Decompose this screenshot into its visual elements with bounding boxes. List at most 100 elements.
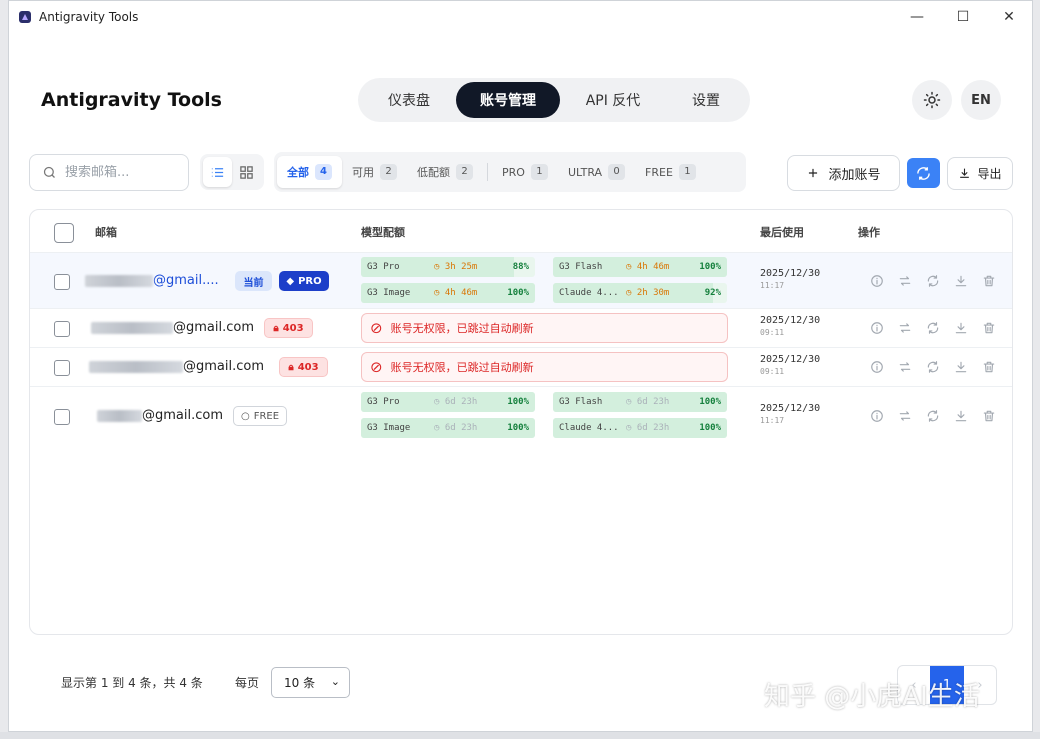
last-used-time: 09:11 (760, 367, 785, 376)
row-checkbox[interactable] (54, 360, 70, 376)
switch-button[interactable] (891, 408, 919, 424)
filter-label: 可用 (352, 166, 374, 179)
filter-count: 0 (608, 164, 626, 180)
info-button[interactable] (863, 359, 891, 375)
per-page-select[interactable]: 10 条 ⌄ (271, 667, 350, 698)
account-email: @gmail.com (89, 359, 264, 374)
plus-icon (809, 168, 818, 178)
watermark: 知乎 @小虎AI生活 (764, 682, 980, 712)
filter-available[interactable]: 可用 2 (342, 156, 407, 188)
switch-button[interactable] (891, 359, 919, 375)
info-button[interactable] (863, 273, 891, 289)
per-page-value: 10 条 (284, 676, 316, 690)
row-actions (863, 359, 1003, 375)
quota-reset-time: 4h 46m (636, 262, 670, 272)
quota-reset-time: 6d 23h (444, 423, 478, 433)
filter-low-quota[interactable]: 低配额 2 (407, 156, 483, 188)
info-icon (871, 410, 883, 422)
row-checkbox[interactable] (54, 409, 70, 425)
info-button[interactable] (863, 320, 891, 336)
tab-accounts[interactable]: 账号管理 (456, 82, 560, 118)
error-message: ⊘ 账号无权限，已跳过自动刷新 (361, 352, 728, 382)
table-row[interactable]: @gmail.com 🔒︎ 403 ⊘ 账号无权限，已跳过自动刷新 2025/12/… (30, 308, 1012, 347)
table-row[interactable]: @gmail.com ○ FREE G3 Pro ◷ 6d 23h 100% G3 F… (30, 386, 1012, 444)
filter-divider (487, 163, 488, 181)
background-strip (0, 732, 1040, 739)
grid-view-button[interactable] (232, 157, 261, 187)
filter-free[interactable]: FREE 1 (635, 156, 706, 188)
refresh-button[interactable] (919, 273, 947, 289)
quota-bar: G3 Pro ◷ 6d 23h 100% (361, 392, 535, 412)
table-row[interactable]: @gmail.com 🔒︎ 403 ⊘ 账号无权限，已跳过自动刷新 2025/12/… (30, 347, 1012, 386)
refresh-button[interactable] (919, 408, 947, 424)
download-icon (955, 361, 967, 373)
last-used: 2025/12/30 11:17 (760, 403, 820, 425)
quota-reset: ◷ 6d 23h (434, 423, 478, 433)
quota-model: G3 Pro (367, 262, 400, 272)
quota-percent: 100% (507, 423, 529, 433)
switch-button[interactable] (891, 320, 919, 336)
row-actions (863, 320, 1003, 336)
quota-bar: Claude 4... ◷ 6d 23h 100% (553, 418, 727, 438)
minimize-button[interactable]: — (894, 1, 940, 33)
accounts-table: 邮箱 模型配额 最后使用 操作 @gmail.... 当前 ◆ PRO G3 Pr… (29, 209, 1013, 635)
download-button[interactable] (947, 273, 975, 289)
filter-ultra[interactable]: ULTRA 0 (558, 156, 635, 188)
quota-percent: 92% (704, 288, 721, 298)
info-icon (871, 275, 883, 287)
app-window: Antigravity Tools — ☐ ✕ Antigravity Tool… (8, 0, 1033, 732)
tab-dashboard[interactable]: 仪表盘 (362, 82, 456, 118)
info-button[interactable] (863, 408, 891, 424)
account-email: @gmail.com (91, 320, 254, 335)
quota-bar: G3 Flash ◷ 4h 46m 100% (553, 257, 727, 277)
download-button[interactable] (947, 359, 975, 375)
language-button[interactable]: EN (961, 80, 1001, 120)
row-checkbox[interactable] (54, 274, 70, 290)
refresh-button[interactable] (919, 320, 947, 336)
quota-percent: 100% (699, 397, 721, 407)
account-email: @gmail.... (85, 273, 219, 288)
sun-icon (923, 91, 941, 109)
maximize-button[interactable]: ☐ (940, 1, 986, 33)
list-view-button[interactable] (203, 157, 232, 187)
filter-label: ULTRA (567, 165, 603, 179)
quota-percent: 100% (699, 262, 721, 272)
last-used: 2025/12/30 11:17 (760, 268, 820, 290)
table-row[interactable]: @gmail.... 当前 ◆ PRO G3 Pro ◷ 3h 25m 88% G3 … (30, 252, 1012, 308)
last-used-date: 2025/12/30 (760, 315, 821, 326)
redacted-email-prefix (91, 321, 173, 334)
switch-button[interactable] (891, 273, 919, 289)
export-button[interactable]: 导出 (947, 157, 1013, 190)
window-controls: — ☐ ✕ (894, 1, 1032, 33)
last-used-time: 11:17 (760, 416, 785, 425)
trash-button[interactable] (975, 359, 1003, 375)
diamond-icon: ◆ (286, 275, 295, 287)
download-button[interactable] (947, 320, 975, 336)
quota-reset-time: 2h 30m (636, 288, 670, 298)
info-icon (871, 361, 883, 373)
download-button[interactable] (947, 408, 975, 424)
search-input[interactable] (65, 165, 175, 180)
filter-all[interactable]: 全部 4 (277, 156, 342, 188)
add-account-button[interactable]: 添加账号 (787, 155, 900, 191)
tab-api-proxy[interactable]: API 反代 (560, 82, 666, 118)
search-box (29, 154, 189, 191)
filter-label: 低配额 (417, 166, 450, 179)
brand-title: Antigravity Tools (41, 89, 222, 111)
theme-toggle-button[interactable] (912, 80, 952, 120)
select-all-checkbox[interactable] (54, 223, 74, 243)
tab-settings[interactable]: 设置 (666, 82, 746, 118)
refresh-all-button[interactable] (907, 158, 940, 188)
trash-icon (983, 275, 995, 287)
trash-button[interactable] (975, 273, 1003, 289)
trash-button[interactable] (975, 408, 1003, 424)
row-checkbox[interactable] (54, 321, 70, 337)
filter-pro[interactable]: PRO 1 (492, 156, 558, 188)
list-icon (211, 167, 224, 177)
redacted-email-prefix (97, 409, 142, 422)
error-403-badge: 🔒︎ 403 (279, 357, 328, 377)
trash-button[interactable] (975, 320, 1003, 336)
refresh-button[interactable] (919, 359, 947, 375)
email-domain: @gmail.com (142, 408, 224, 423)
close-button[interactable]: ✕ (986, 1, 1032, 33)
